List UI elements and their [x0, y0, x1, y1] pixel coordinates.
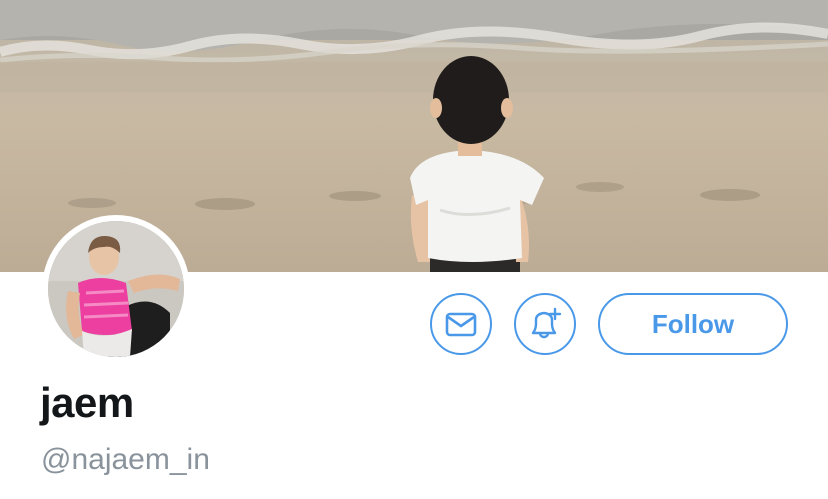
notifications-button[interactable] [514, 293, 576, 355]
profile-handle: @najaem_in [41, 443, 210, 476]
bell-plus-icon [531, 307, 562, 339]
profile-avatar[interactable] [42, 215, 190, 363]
avatar-photo [48, 221, 184, 357]
message-button[interactable] [430, 293, 492, 355]
follow-button[interactable]: Follow [598, 293, 788, 355]
profile-page: Follow jaem @najaem_in [0, 0, 828, 499]
profile-display-name: jaem [40, 379, 134, 426]
envelope-icon [445, 312, 477, 337]
